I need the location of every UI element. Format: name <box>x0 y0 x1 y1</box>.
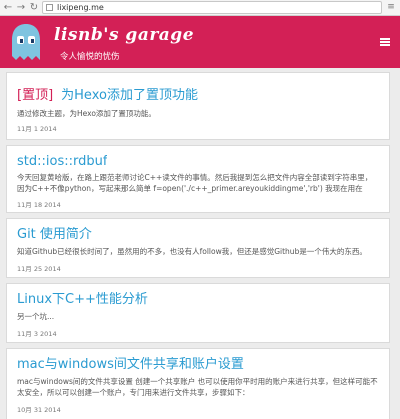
reload-icon[interactable]: ↻ <box>28 1 40 14</box>
post-date: 11月 1 2014 <box>17 125 57 133</box>
post-card: Linux下C++性能分析 另一个坑... 11月 3 2014 <box>6 283 390 343</box>
post-excerpt: 今天回复黄哈版，在路上跟范老师讨论C++读文件的事情。然后我提到怎么把文件内容全… <box>17 173 373 193</box>
page-icon <box>46 4 53 11</box>
post-list: [置顶] 为Hexo添加了置顶功能 通过修改主题，为Hexo添加了置顶功能。 11… <box>6 72 390 419</box>
pin-badge: [置顶] <box>17 88 54 103</box>
site-title[interactable]: lisnb's garage <box>54 25 194 45</box>
post-card: Git 使用简介 知道Github已经很长时间了，虽然用的不多，也没有人foll… <box>6 218 390 278</box>
post-card: mac与windows间文件共享和账户设置 mac与windows间的文件共享设… <box>6 348 390 419</box>
arrow-right-icon[interactable]: → <box>15 1 27 14</box>
address-bar[interactable]: lixipeng.me <box>42 1 382 14</box>
arrow-left-icon[interactable]: ← <box>2 1 14 14</box>
post-title[interactable]: [置顶] 为Hexo添加了置顶功能 <box>17 88 198 104</box>
post-card: [置顶] 为Hexo添加了置顶功能 通过修改主题，为Hexo添加了置顶功能。 11… <box>6 72 390 140</box>
post-title[interactable]: Git 使用简介 <box>17 227 92 243</box>
hamburger-icon[interactable] <box>380 38 390 46</box>
post-excerpt: 另一个坑... <box>17 312 55 321</box>
site-header: lisnb's garage 令人愉悦的忧伤 <box>0 16 400 68</box>
post-date: 10月 31 2014 <box>17 406 61 414</box>
ghost-icon[interactable] <box>8 22 44 62</box>
post-excerpt: mac与windows间的文件共享设置 创建一个共享账户 也可以使用你平时用的账… <box>17 377 378 397</box>
browser-toolbar: ← → ↻ lixipeng.me ≡ <box>0 0 400 16</box>
site-subtitle: 令人愉悦的忧伤 <box>60 52 120 62</box>
post-date: 11月 25 2014 <box>17 265 61 273</box>
post-title[interactable]: std::ios::rdbuf <box>17 154 107 170</box>
menu-icon[interactable]: ≡ <box>386 1 396 14</box>
post-excerpt: 通过修改主题，为Hexo添加了置顶功能。 <box>17 109 156 118</box>
post-excerpt: 知道Github已经很长时间了，虽然用的不多，也没有人follow我，但还是感觉… <box>17 247 367 256</box>
post-title-text[interactable]: 为Hexo添加了置顶功能 <box>61 88 198 103</box>
post-date: 11月 3 2014 <box>17 330 57 338</box>
url-text[interactable]: lixipeng.me <box>57 2 104 13</box>
post-card: std::ios::rdbuf 今天回复黄哈版，在路上跟范老师讨论C++读文件的… <box>6 145 390 213</box>
post-title[interactable]: Linux下C++性能分析 <box>17 292 148 308</box>
post-title[interactable]: mac与windows间文件共享和账户设置 <box>17 357 244 373</box>
post-date: 11月 18 2014 <box>17 201 61 209</box>
